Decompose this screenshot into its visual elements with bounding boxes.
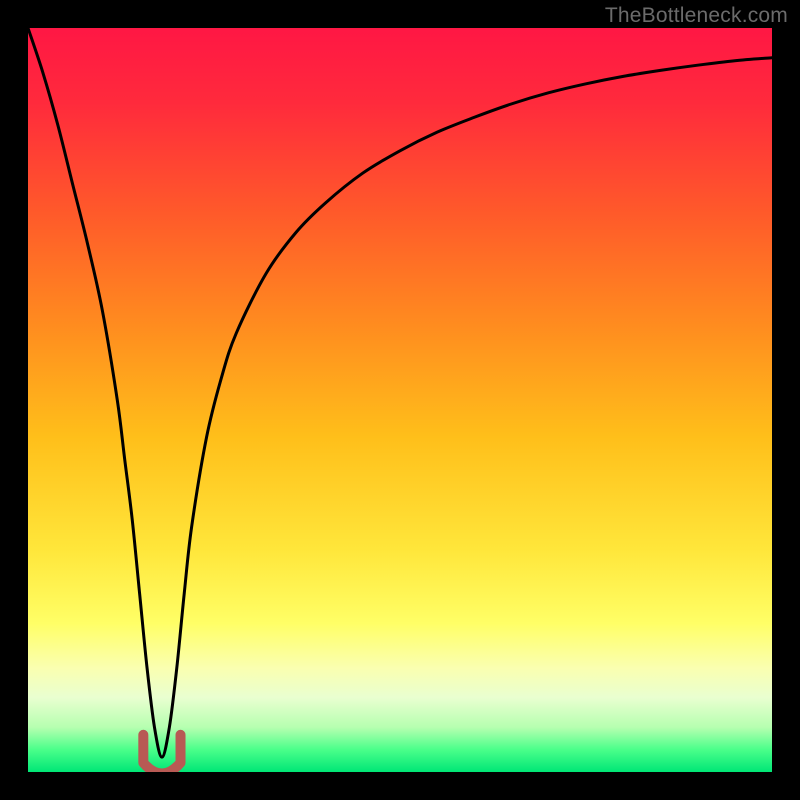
valley-marker-icon [143,735,180,772]
bottleneck-curve [28,28,772,772]
watermark-text: TheBottleneck.com [605,4,788,28]
chart-frame [28,28,772,772]
